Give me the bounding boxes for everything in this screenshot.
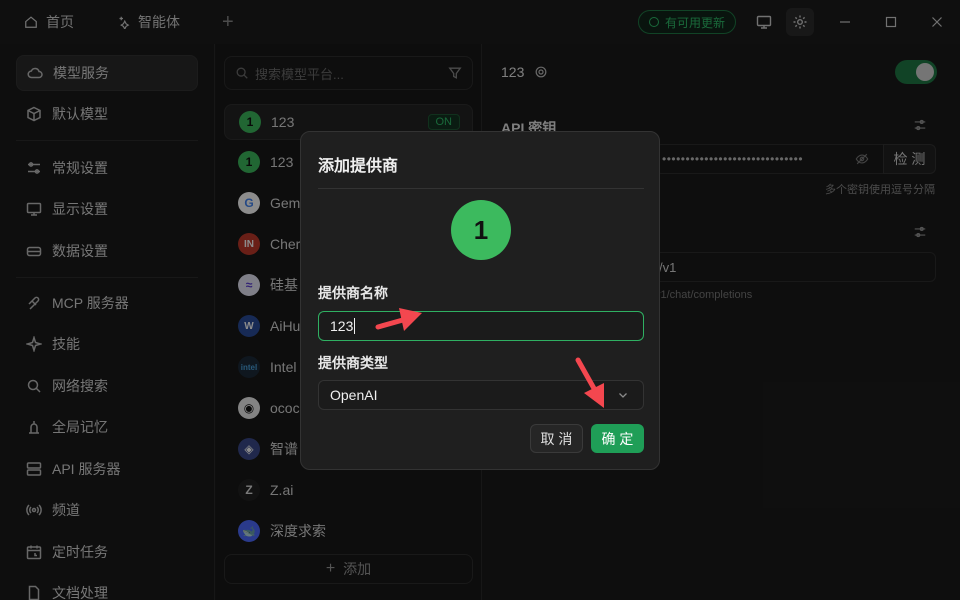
cancel-button[interactable]: 取 消 — [530, 424, 583, 453]
provider-name-input[interactable]: 123 — [318, 311, 644, 341]
confirm-button[interactable]: 确 定 — [591, 424, 644, 453]
provider-type-select[interactable]: OpenAI — [318, 380, 644, 410]
provider-type-label: 提供商类型 — [318, 355, 388, 371]
provider-name-label: 提供商名称 — [318, 285, 388, 301]
provider-avatar-preview[interactable]: 1 — [451, 200, 511, 260]
dialog-divider — [318, 188, 644, 189]
provider-type-value: OpenAI — [330, 387, 378, 403]
provider-name-value: 123 — [330, 318, 354, 334]
dialog-title: 添加提供商 — [318, 158, 399, 175]
text-caret — [354, 318, 356, 334]
add-provider-dialog: 添加提供商 1 提供商名称 123 提供商类型 OpenAI 取 消 确 定 — [300, 131, 660, 470]
chevron-down-icon — [619, 393, 627, 398]
